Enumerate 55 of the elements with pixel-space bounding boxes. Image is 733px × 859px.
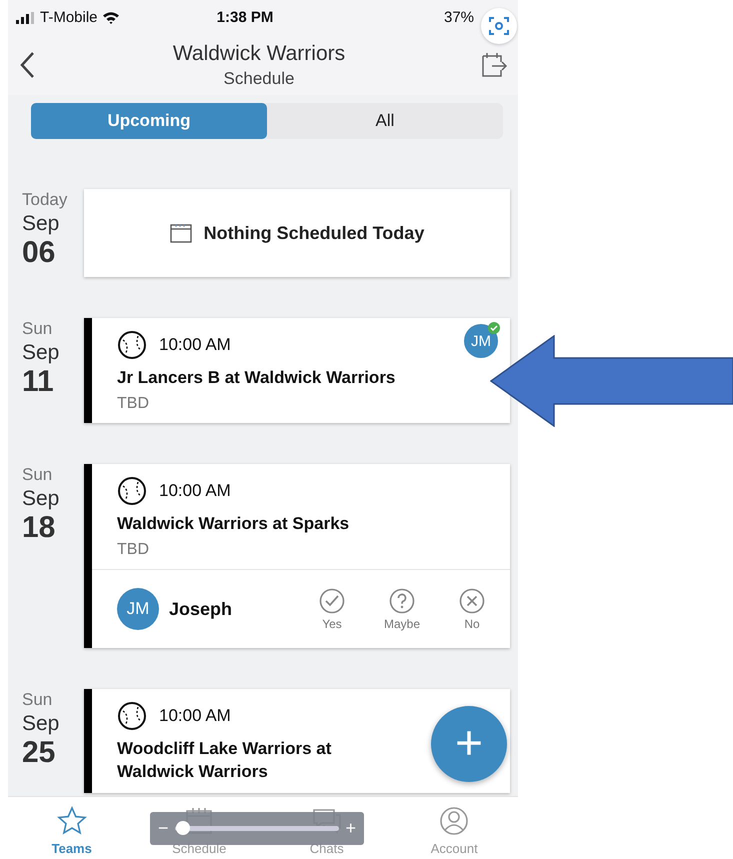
event-card[interactable]: 10:00 AM Waldwick Warriors at Sparks TBD JM Joseph Yes Maybe No	[84, 464, 510, 648]
star-icon	[56, 806, 87, 836]
event-time: 10:00 AM	[159, 335, 231, 355]
weekday-label: Sun	[22, 318, 54, 340]
event-title: Woodcliff Lake Warriors at Waldwick Warriors	[117, 738, 332, 783]
wifi-icon	[102, 11, 120, 24]
weekday-label: Today	[22, 189, 68, 211]
filter-tab[interactable]: All	[267, 103, 503, 139]
battery-percent: 37%	[442, 9, 476, 26]
rsvp-option[interactable]: Maybe	[376, 588, 428, 630]
slider-thumb[interactable]	[176, 821, 190, 835]
team-title: Waldwick Warriors	[172, 42, 346, 66]
day-number: 25	[22, 737, 56, 769]
month-label: Sep	[22, 211, 60, 237]
avatar: JM	[117, 588, 159, 630]
baseball-icon	[117, 701, 147, 731]
avatar: JM	[464, 324, 498, 358]
weekday-label: Sun	[22, 689, 54, 711]
no-circle-icon	[459, 588, 485, 614]
baseball-icon	[117, 476, 147, 506]
weekday-label: Sun	[22, 464, 54, 486]
day-number: 06	[22, 237, 56, 269]
calendar-export-icon[interactable]	[480, 52, 508, 78]
month-label: Sep	[22, 486, 60, 512]
event-time: 10:00 AM	[159, 481, 231, 501]
day-number: 11	[22, 366, 55, 398]
empty-message: Nothing Scheduled Today	[204, 222, 424, 244]
calendar-icon	[170, 223, 192, 243]
yes-circle-icon	[319, 588, 345, 614]
page-subtitle: Schedule	[224, 68, 294, 88]
event-location: TBD	[117, 395, 150, 413]
status-time: 1:38 PM	[216, 9, 274, 26]
month-label: Sep	[22, 711, 60, 737]
event-title: Jr Lancers B at Waldwick Warriors	[117, 367, 396, 389]
tab-bar-item[interactable]: Teams	[52, 841, 92, 856]
day-number: 18	[22, 512, 56, 544]
month-label: Sep	[22, 340, 60, 366]
tab-bar-item[interactable]: Account	[430, 841, 478, 856]
event-location: TBD	[117, 541, 150, 559]
signal-icon	[16, 12, 36, 24]
carrier-name: T-Mobile	[40, 9, 98, 26]
zoom-slider[interactable]: − +	[150, 812, 364, 845]
zoom-in-label: +	[345, 818, 356, 839]
event-card[interactable]: 10:00 AM Jr Lancers B at Waldwick Warriors TBD JM	[84, 318, 510, 423]
filter-tab[interactable]: Upcoming	[31, 103, 267, 139]
maybe-circle-icon	[389, 588, 415, 614]
rsvp-option[interactable]: No	[446, 588, 498, 630]
person-icon	[439, 806, 470, 836]
member-name: Joseph	[169, 598, 234, 620]
scan-icon	[489, 16, 509, 36]
zoom-out-label: −	[158, 818, 169, 839]
rsvp-option[interactable]: Yes	[306, 588, 358, 630]
event-title: Waldwick Warriors at Sparks	[117, 513, 350, 535]
baseball-icon	[117, 330, 147, 360]
event-time: 10:00 AM	[159, 706, 231, 726]
